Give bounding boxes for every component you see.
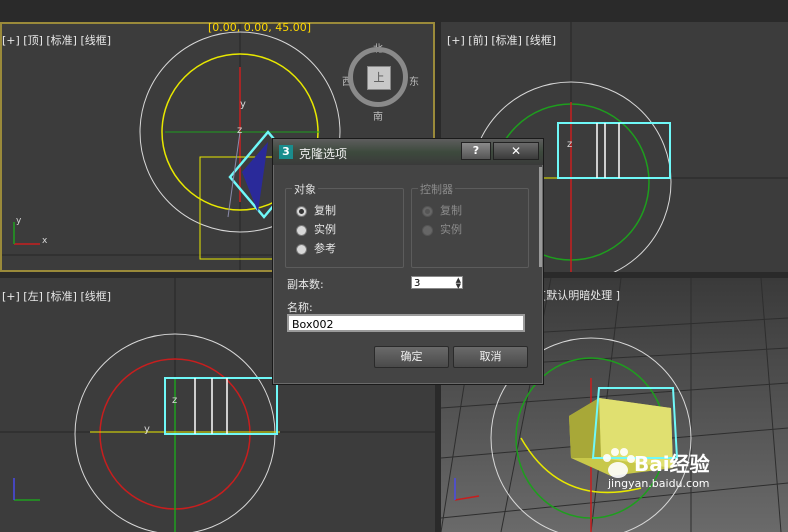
spinner-arrows-icon[interactable]: ▲ ▼ (456, 277, 461, 290)
axis-y-label: y (240, 99, 246, 110)
cancel-button[interactable]: 取消 (453, 346, 528, 368)
copies-spinner[interactable]: 3 ▲ ▼ (411, 276, 463, 290)
radio-selected-icon (422, 206, 433, 217)
watermark-url: jingyan.baidu.com (608, 477, 710, 490)
viewcube[interactable]: 上 (348, 47, 408, 107)
object-group: 对象 复制 实例 参考 (285, 181, 404, 268)
radio-selected-icon (296, 206, 307, 217)
gizmo-y-label: y (16, 216, 22, 226)
coordinate-readout: [0.00, 0.00, 45.00] (208, 21, 312, 34)
object-instance-label: 实例 (314, 223, 336, 236)
top-strip (0, 0, 788, 22)
controller-copy-label: 复制 (440, 204, 462, 217)
object-copy-label: 复制 (314, 204, 336, 217)
dialog-title: 克隆选项 (299, 147, 348, 161)
clone-options-dialog: 3 克隆选项 ? ✕ 对象 复制 实例 参考 控制器 复制 实例 副本数: 3 … (272, 138, 544, 385)
viewcube-south[interactable]: 南 (373, 108, 383, 123)
app-icon: 3 (279, 145, 293, 159)
gizmo-x-label: x (42, 236, 48, 246)
front-axis-z-label: z (567, 139, 573, 150)
viewport-left-label[interactable]: [+] [左] [标准] [线框] (2, 288, 111, 304)
object-reference-label: 参考 (314, 242, 336, 255)
name-label: 名称: (287, 301, 313, 314)
dialog-titlebar[interactable]: 3 克隆选项 ? ✕ (273, 139, 543, 165)
dialog-scrollbar[interactable] (539, 167, 542, 267)
radio-icon (422, 225, 433, 236)
name-input[interactable]: Box002 (287, 314, 525, 332)
copies-value: 3 (414, 278, 421, 289)
left-axis-z-label: z (172, 395, 178, 406)
viewcube-east[interactable]: 东 (409, 73, 419, 88)
close-button[interactable]: ✕ (493, 142, 539, 160)
help-button[interactable]: ? (461, 142, 491, 160)
left-axis-y-label: y (144, 424, 150, 435)
viewport-perspective-label[interactable]: [默认明暗处理 ] (542, 287, 620, 303)
radio-icon (296, 244, 307, 255)
ok-button[interactable]: 确定 (374, 346, 449, 368)
object-group-title: 对象 (292, 181, 318, 197)
controller-group: 控制器 复制 实例 (411, 181, 529, 268)
viewcube-face-top[interactable]: 上 (367, 66, 391, 90)
controller-instance-label: 实例 (440, 223, 462, 236)
viewport-top-label[interactable]: [+] [顶] [标准] [线框] (2, 32, 111, 48)
controller-group-title: 控制器 (418, 181, 455, 197)
copies-label: 副本数: (287, 278, 324, 291)
watermark-text: Bai经验 (634, 452, 710, 476)
axis-z-label: z (237, 125, 243, 136)
viewport-front-label[interactable]: [+] [前] [标准] [线框] (447, 32, 556, 48)
radio-icon (296, 225, 307, 236)
